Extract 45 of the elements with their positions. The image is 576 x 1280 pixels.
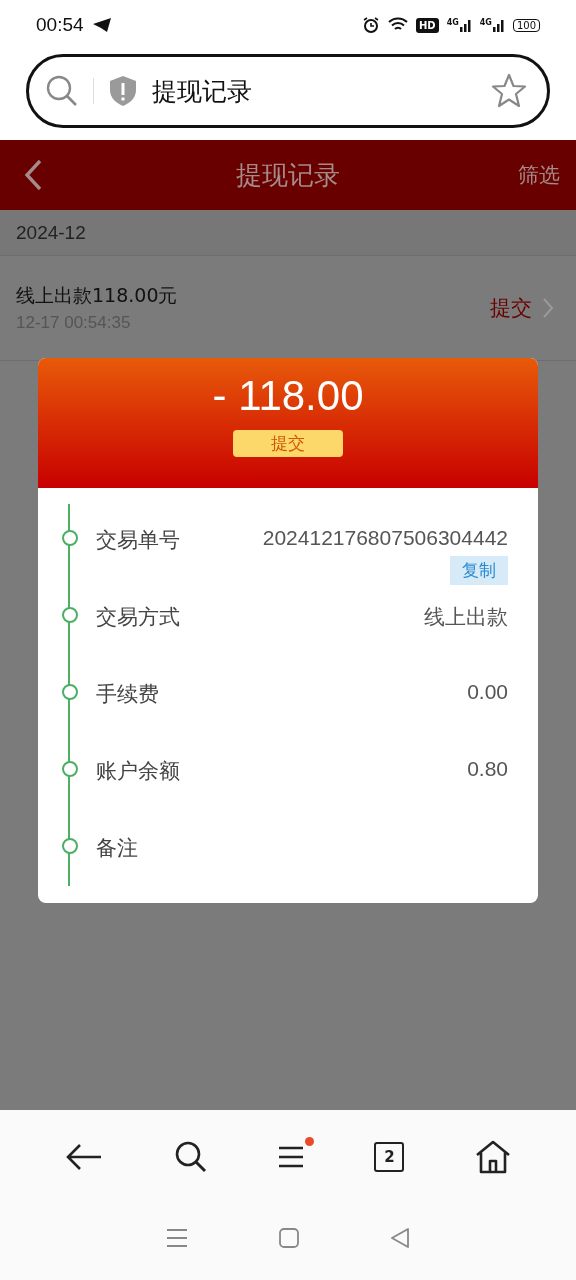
- copy-button[interactable]: 复制: [450, 556, 508, 585]
- timeline-dot: [62, 530, 78, 546]
- hd-badge: HD: [415, 17, 439, 33]
- shield-icon: [108, 75, 138, 107]
- battery-level: 100: [512, 18, 540, 32]
- month-heading: 2024-12: [0, 210, 576, 256]
- detail-value: 线上出款: [424, 604, 508, 630]
- status-time: 00:54: [36, 14, 84, 36]
- tabs-button[interactable]: 2: [374, 1142, 405, 1172]
- detail-label: 账户余额: [96, 758, 181, 785]
- back-arrow-icon[interactable]: [65, 1142, 104, 1172]
- address-bar[interactable]: 提现记录: [26, 54, 550, 128]
- timeline-dot: [62, 607, 78, 623]
- status-badge: 提交: [233, 430, 343, 457]
- search-icon[interactable]: [173, 1140, 208, 1174]
- signal-icon: [459, 18, 472, 32]
- menu-icon[interactable]: [277, 1145, 304, 1169]
- detail-label: 交易单号: [96, 527, 181, 554]
- record-status: 提交: [490, 295, 532, 322]
- network-type: 4G: [479, 18, 492, 27]
- detail-value: 0.00: [467, 680, 508, 704]
- detail-value: 202412176807506304442: [262, 526, 508, 550]
- paper-plane-icon: [91, 17, 112, 33]
- timeline-dot: [62, 684, 78, 700]
- signal-icon: [492, 18, 505, 32]
- filter-button[interactable]: 筛选: [518, 161, 560, 189]
- alarm-icon: [361, 16, 380, 34]
- back-icon[interactable]: [22, 158, 44, 192]
- star-icon[interactable]: [491, 73, 527, 109]
- home-button-icon[interactable]: [279, 1228, 299, 1248]
- network-type: 4G: [446, 18, 459, 27]
- back-triangle-icon[interactable]: [390, 1228, 411, 1248]
- recents-icon[interactable]: [165, 1228, 188, 1248]
- header-title: 提现记录: [236, 158, 340, 192]
- detail-label: 交易方式: [96, 604, 181, 631]
- detail-label: 备注: [96, 835, 139, 862]
- amount: - 118.00: [212, 372, 364, 420]
- timeline-dot: [62, 838, 78, 854]
- timeline-dot: [62, 761, 78, 777]
- home-icon[interactable]: [474, 1140, 511, 1174]
- detail-label: 手续费: [96, 681, 160, 708]
- chevron-icon: [542, 297, 554, 319]
- detail-value: 0.80: [467, 757, 508, 781]
- page-title: 提现记录: [152, 75, 252, 108]
- record-title: 线上出款118.00元: [16, 283, 179, 308]
